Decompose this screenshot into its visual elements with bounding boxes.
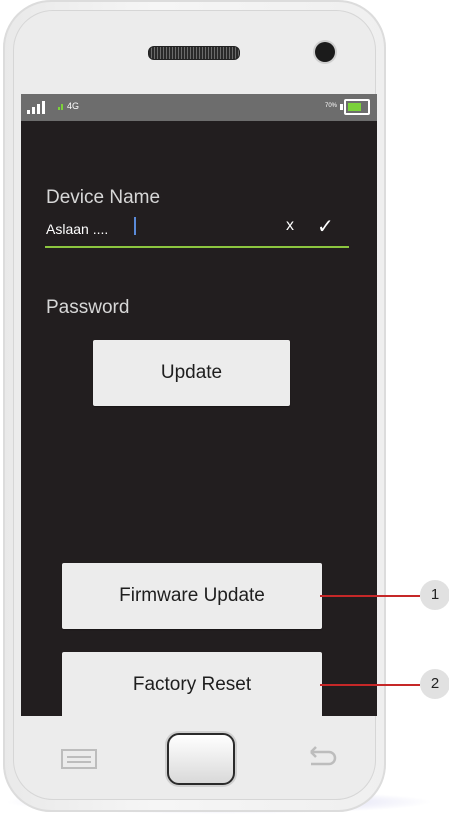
callout-line-1 xyxy=(320,595,420,597)
callout-badge-1: 1 xyxy=(420,580,449,610)
callout-badge-2: 2 xyxy=(420,669,449,699)
update-password-button[interactable]: Update xyxy=(93,340,290,406)
callout-line-2 xyxy=(320,684,420,686)
battery-level xyxy=(348,103,361,111)
device-name-label: Device Name xyxy=(46,187,161,208)
speaker-grille xyxy=(148,46,240,60)
firmware-update-button[interactable]: Firmware Update xyxy=(62,563,322,629)
front-camera xyxy=(315,42,335,62)
menu-icon[interactable] xyxy=(61,749,97,769)
back-arrow-icon[interactable] xyxy=(303,744,339,774)
battery-icon xyxy=(344,99,370,115)
device-name-input[interactable]: Aslaan .... xyxy=(46,218,346,244)
home-button[interactable] xyxy=(167,733,235,785)
phone-screen: 4G 70% Device Name Aslaan .... x ✓ Passw… xyxy=(21,94,377,716)
status-bar: 4G 70% xyxy=(21,94,377,121)
clear-icon[interactable]: x xyxy=(286,217,294,235)
signal-bars-icon xyxy=(27,100,47,114)
input-underline xyxy=(45,246,349,248)
confirm-check-icon[interactable]: ✓ xyxy=(317,214,334,238)
battery-nub xyxy=(340,104,343,110)
network-type: 4G xyxy=(67,101,80,111)
text-cursor xyxy=(134,217,136,235)
factory-reset-button[interactable]: Factory Reset xyxy=(62,652,322,716)
data-signal-icon xyxy=(58,104,64,110)
password-label: Password xyxy=(46,297,130,318)
battery-percent: 70% xyxy=(325,103,338,109)
